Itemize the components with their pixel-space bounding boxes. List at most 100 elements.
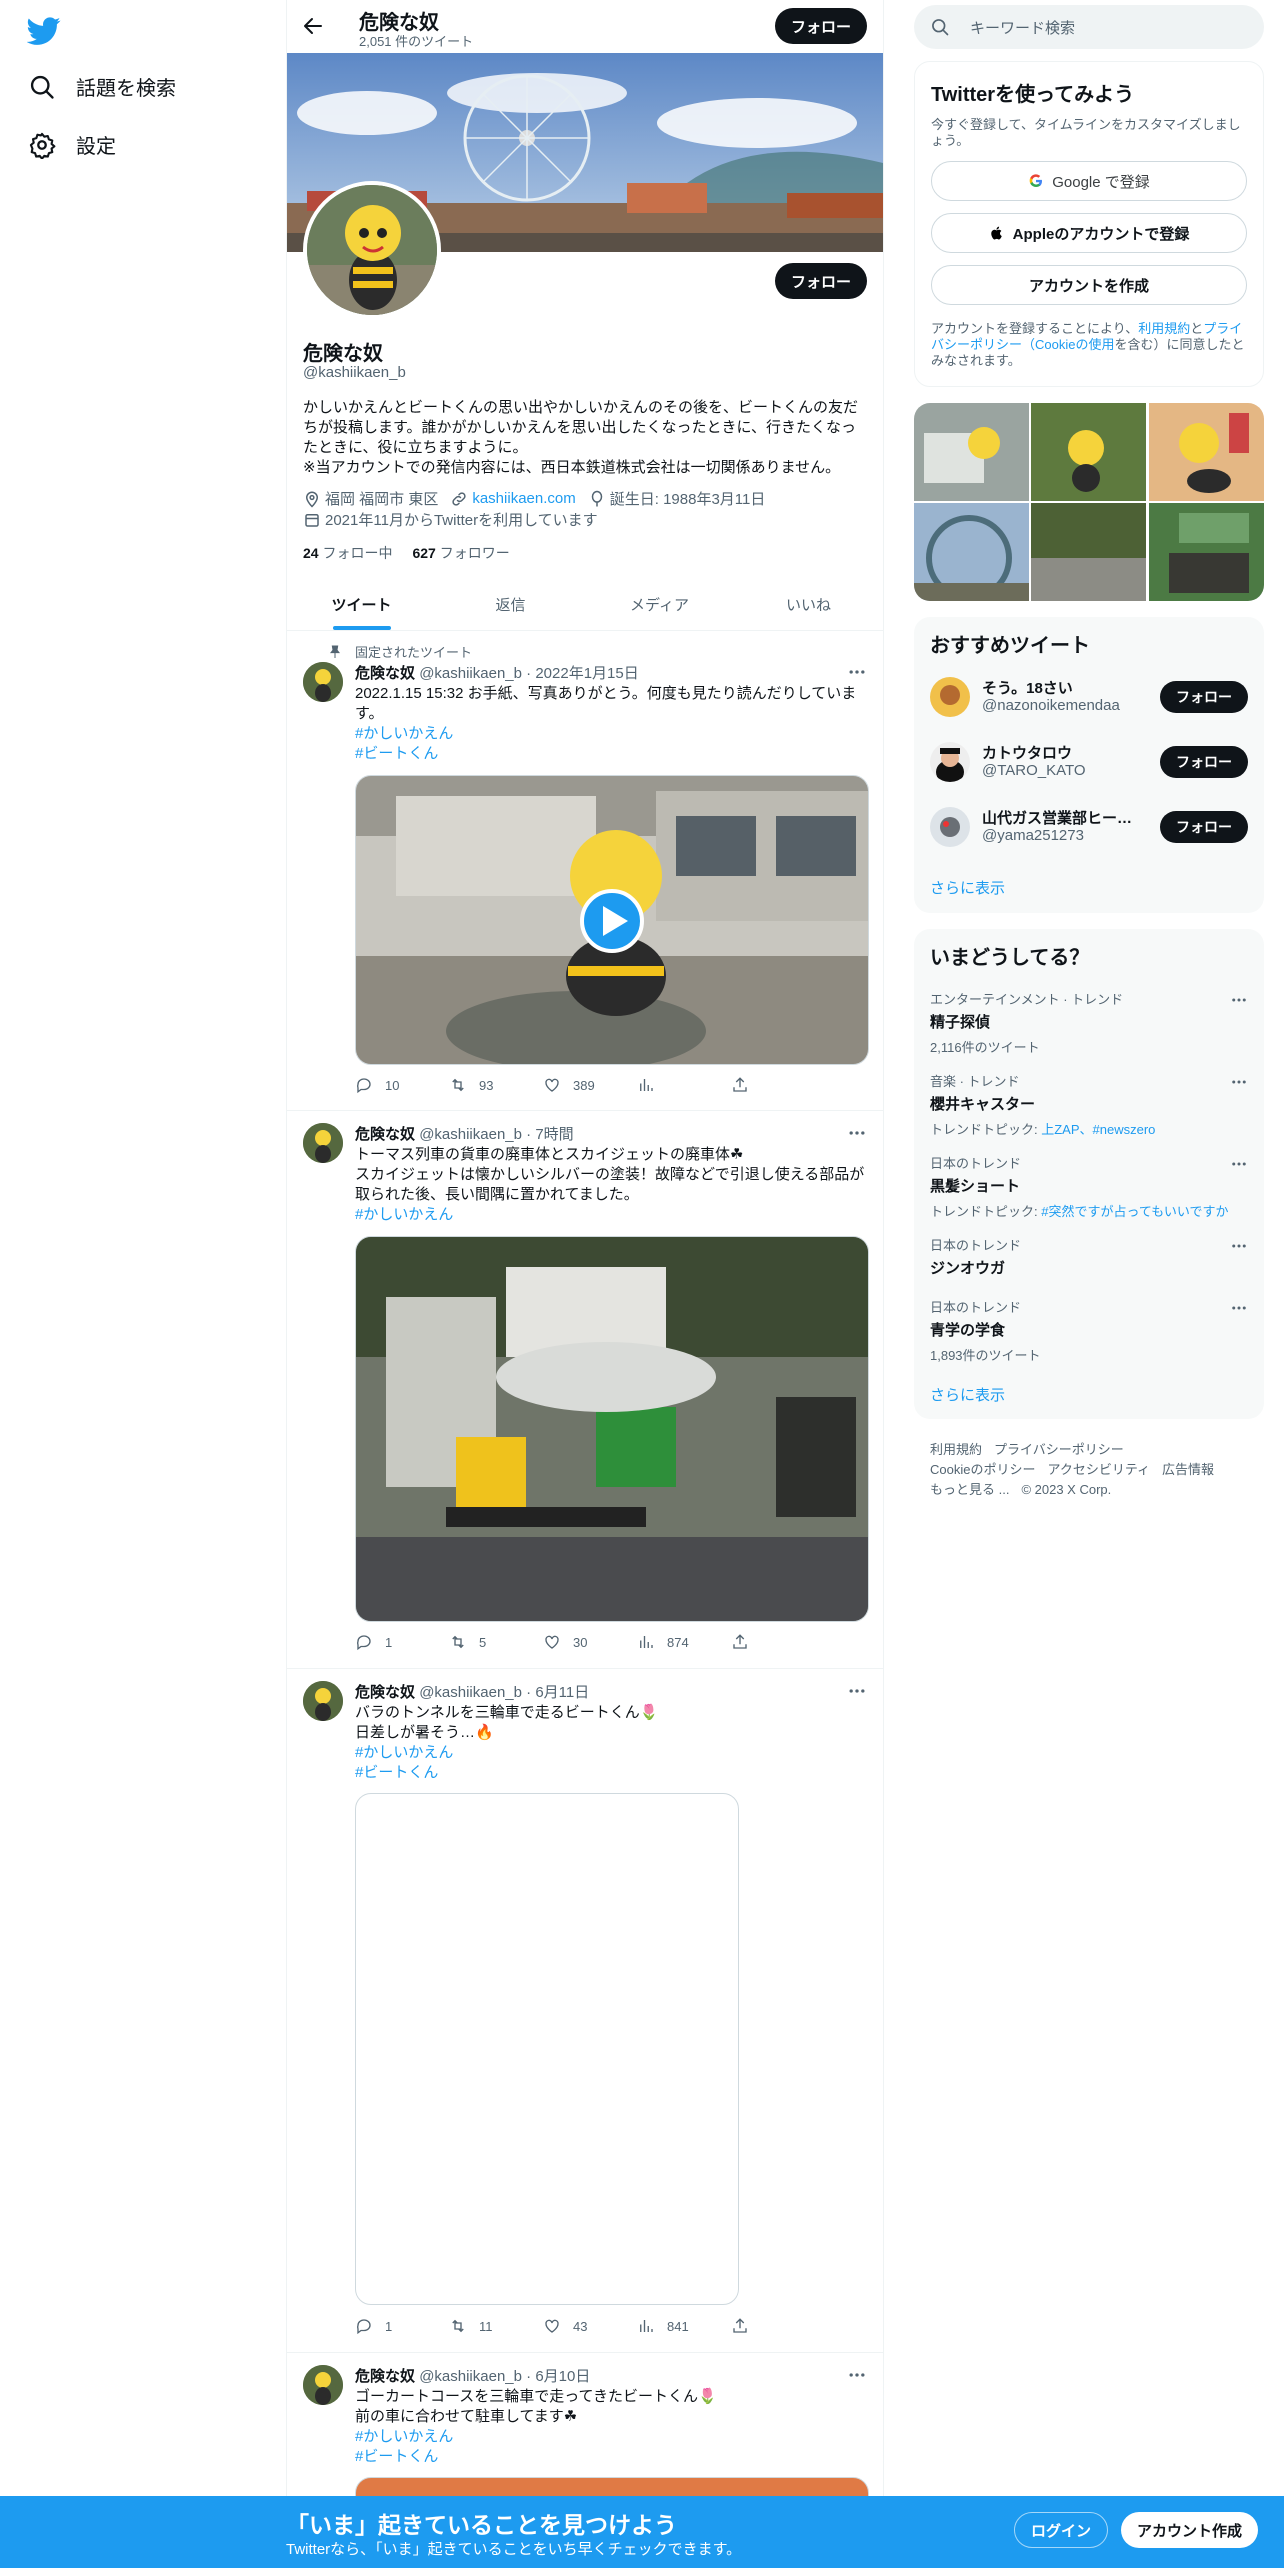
- tweet[interactable]: 危険な奴 @kashiikaen_b · 2022年1月15日 2022.1.1…: [287, 632, 883, 1111]
- signup-subtitle: 今すぐ登録して、タイムラインをカスタマイズしましょう。: [931, 117, 1241, 148]
- rec-user[interactable]: そう。18さい @nazonoikemendaa フォロー: [930, 673, 1248, 721]
- like-button[interactable]: 30: [543, 1633, 637, 1651]
- footer-link[interactable]: アクセシビリティ: [1047, 1462, 1150, 1477]
- tab-media[interactable]: メディア: [585, 578, 734, 630]
- hashtag-link[interactable]: #ビートくん: [355, 1763, 867, 1783]
- search-input[interactable]: キーワード検索: [914, 5, 1264, 49]
- login-button[interactable]: ログイン: [1014, 2512, 1109, 2548]
- views-button[interactable]: 874: [637, 1633, 731, 1651]
- more-icon[interactable]: [847, 662, 867, 682]
- recs-show-more[interactable]: さらに表示: [930, 877, 1005, 898]
- profile-website-link[interactable]: kashiikaen.com: [472, 490, 575, 507]
- media-thumb[interactable]: [1148, 403, 1264, 501]
- reply-button[interactable]: 1: [355, 1633, 449, 1651]
- trend-item[interactable]: 日本のトレンド ジンオウガ: [930, 1235, 1248, 1278]
- share-button[interactable]: [731, 1076, 825, 1094]
- tweet-avatar[interactable]: [303, 662, 343, 702]
- more-icon[interactable]: [847, 1123, 867, 1143]
- tab-tweets[interactable]: ツイート: [287, 578, 436, 630]
- tab-replies[interactable]: 返信: [436, 578, 585, 630]
- like-button[interactable]: 43: [543, 2317, 637, 2335]
- signup-button[interactable]: アカウント作成: [1121, 2512, 1259, 2548]
- footer-link[interactable]: Cookieのポリシー: [930, 1462, 1035, 1477]
- nav-settings[interactable]: 設定: [28, 130, 116, 159]
- more-icon[interactable]: [1230, 1073, 1248, 1091]
- media-thumb[interactable]: [914, 403, 1029, 501]
- like-button[interactable]: 389: [543, 1076, 637, 1094]
- nav-explore[interactable]: 話題を検索: [28, 72, 176, 101]
- footer-link[interactable]: 利用規約: [930, 1442, 982, 1457]
- trend-item[interactable]: 音楽 · トレンド 櫻井キャスター トレンドトピック: 上ZAP、#newsze…: [930, 1071, 1248, 1138]
- hashtag-link[interactable]: #かしいかえん: [355, 724, 867, 744]
- following-link[interactable]: 24 フォロー中: [303, 543, 392, 563]
- cookie-link[interactable]: （Cookieの使用: [1022, 337, 1114, 352]
- footer-link[interactable]: もっと見る ...: [930, 1482, 1009, 1497]
- retweet-button[interactable]: 11: [449, 2317, 543, 2335]
- tweet-header: 危険な奴 @kashiikaen_b · 2022年1月15日: [355, 665, 639, 682]
- tab-likes[interactable]: いいね: [734, 578, 883, 630]
- trend-item[interactable]: 日本のトレンド 黒髪ショート トレンドトピック: #突然ですが占ってもいいですか: [930, 1153, 1248, 1220]
- share-button[interactable]: [731, 2317, 825, 2335]
- trend-item[interactable]: 日本のトレンド 青学の学食 1,893件のツイート: [930, 1297, 1248, 1364]
- profile-follow-button[interactable]: フォロー: [774, 263, 867, 299]
- tweet[interactable]: 危険な奴 @kashiikaen_b · 7時間 トーマス列車の貨車の廃車体とス…: [287, 1111, 883, 1669]
- profile-website[interactable]: kashiikaen.com: [450, 490, 576, 508]
- trend-topic-link[interactable]: 上ZAP、#newszero: [1041, 1122, 1155, 1137]
- tweet[interactable]: 危険な奴 @kashiikaen_b · 6月11日 バラのトンネルを三輪車で走…: [287, 1669, 883, 2353]
- rec-user[interactable]: 山代ガス営業部ヒーロー @yama251273 フォロー: [930, 803, 1248, 851]
- tweet-header: 危険な奴 @kashiikaen_b · 6月10日: [355, 2368, 591, 2385]
- retweet-icon: [452, 2319, 464, 2333]
- rec-follow-button[interactable]: フォロー: [1160, 746, 1248, 778]
- reply-button[interactable]: 1: [355, 2317, 449, 2335]
- trend-topic-link[interactable]: #突然ですが占ってもいいですか: [1041, 1204, 1228, 1219]
- rec-user[interactable]: カトウタロウ @TARO_KATO フォロー: [930, 738, 1248, 786]
- profile-name: 危険な奴: [303, 343, 383, 365]
- media-thumb[interactable]: [1148, 503, 1264, 601]
- trend-item[interactable]: エンターテインメント · トレンド 精子探偵 2,116件のツイート: [930, 989, 1248, 1056]
- media-thumb[interactable]: [1031, 403, 1147, 501]
- footer-link[interactable]: プライバシーポリシー: [994, 1442, 1124, 1457]
- footer-link[interactable]: 広告情報: [1162, 1462, 1214, 1477]
- rec-follow-button[interactable]: フォロー: [1160, 811, 1248, 843]
- tweet-avatar[interactable]: [303, 1681, 343, 1721]
- hashtag-link[interactable]: #かしいかえん: [355, 1743, 867, 1763]
- trends-show-more[interactable]: さらに表示: [930, 1384, 1005, 1405]
- hashtag-link[interactable]: #かしいかえん: [355, 2427, 867, 2447]
- tweet-video-placeholder[interactable]: [355, 1793, 739, 2305]
- more-icon[interactable]: [1230, 991, 1248, 1009]
- google-signup-button[interactable]: Google で登録: [931, 161, 1247, 201]
- profile-avatar[interactable]: [303, 181, 441, 319]
- more-icon[interactable]: [1230, 1237, 1248, 1255]
- media-thumb[interactable]: [914, 503, 1029, 601]
- apple-signup-button[interactable]: Appleのアカウントで登録: [931, 213, 1247, 253]
- tweet-video[interactable]: [355, 775, 869, 1065]
- hashtag-link[interactable]: #ビートくん: [355, 2447, 867, 2467]
- more-icon[interactable]: [1230, 1155, 1248, 1173]
- media-thumb[interactable]: [1031, 503, 1147, 601]
- calendar-icon: [305, 513, 319, 527]
- views-button[interactable]: [637, 1076, 731, 1094]
- share-button[interactable]: [731, 1633, 825, 1651]
- tweet-header: 危険な奴 @kashiikaen_b · 6月11日: [355, 1684, 590, 1701]
- rec-follow-button[interactable]: フォロー: [1160, 681, 1248, 713]
- back-arrow-icon[interactable]: [301, 14, 325, 38]
- terms-link[interactable]: 利用規約: [1138, 321, 1190, 336]
- views-button[interactable]: 841: [637, 2317, 731, 2335]
- twitter-logo-icon[interactable]: [27, 14, 61, 48]
- create-account-button[interactable]: アカウントを作成: [931, 265, 1247, 305]
- hashtag-link[interactable]: #かしいかえん: [355, 1205, 867, 1225]
- hashtag-link[interactable]: #ビートくん: [355, 744, 867, 764]
- bottom-subtitle: Twitterなら、「いま」起きていることをいち早くチェックできます。: [286, 2541, 742, 2558]
- tweet-avatar[interactable]: [303, 1123, 343, 1163]
- header-follow-button[interactable]: フォロー: [774, 8, 867, 44]
- reply-button[interactable]: 10: [355, 1076, 449, 1094]
- retweet-button[interactable]: 5: [449, 1633, 543, 1651]
- followers-link[interactable]: 627 フォロワー: [412, 543, 509, 563]
- profile-handle: @kashiikaen_b: [303, 364, 406, 381]
- more-icon[interactable]: [1230, 1299, 1248, 1317]
- tweet-avatar[interactable]: [303, 2365, 343, 2405]
- more-icon[interactable]: [847, 2365, 867, 2385]
- more-icon[interactable]: [847, 1681, 867, 1701]
- retweet-button[interactable]: 93: [449, 1076, 543, 1094]
- tweet-image[interactable]: [355, 1236, 869, 1622]
